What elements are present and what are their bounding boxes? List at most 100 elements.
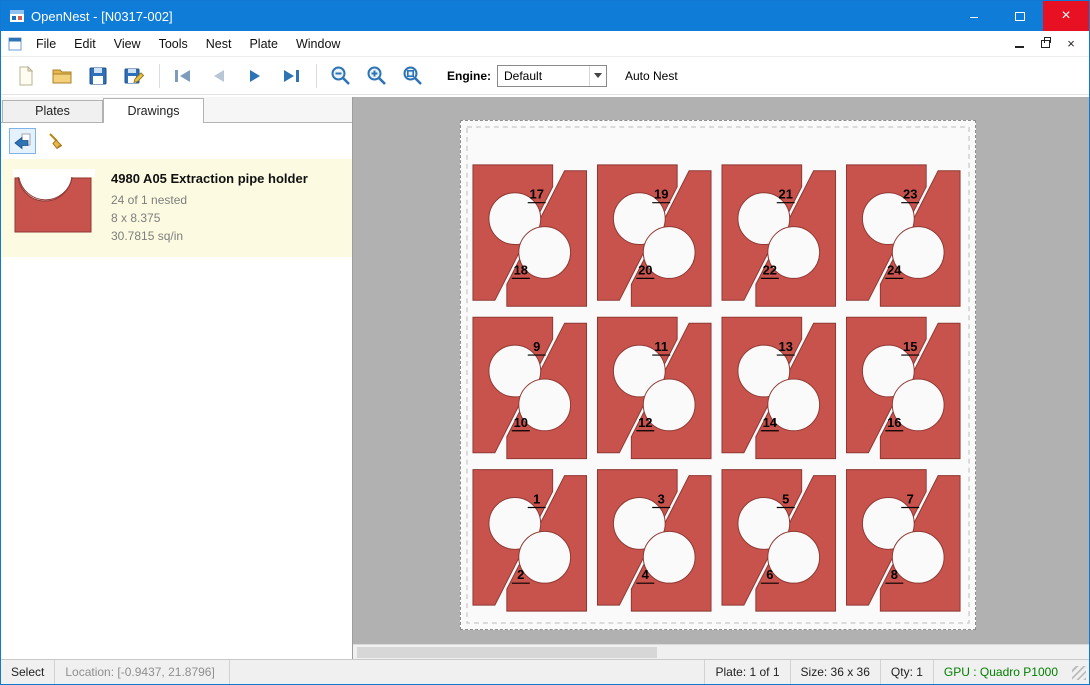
resize-grip[interactable] bbox=[1072, 666, 1086, 680]
part-number: 7 bbox=[907, 491, 914, 506]
pipe-notch bbox=[643, 531, 695, 583]
pipe-notch bbox=[519, 531, 571, 583]
nested-pair[interactable]: 2324 bbox=[846, 165, 960, 306]
zoom-out-icon bbox=[330, 65, 351, 86]
window-title: OpenNest - [N0317-002] bbox=[31, 9, 173, 24]
nested-pair[interactable]: 1516 bbox=[846, 317, 960, 458]
menu-tools[interactable]: Tools bbox=[150, 31, 197, 57]
restore-icon bbox=[1041, 40, 1050, 48]
blue-arrow-icon bbox=[14, 132, 32, 150]
cursor-location: Location: [-0.9437, 21.8796] bbox=[55, 660, 229, 684]
nested-pair[interactable]: 34 bbox=[597, 470, 711, 611]
pipe-notch bbox=[768, 531, 820, 583]
save-icon bbox=[87, 65, 109, 87]
menu-plate[interactable]: Plate bbox=[240, 31, 287, 57]
next-plate-button[interactable] bbox=[240, 61, 270, 91]
menu-nest[interactable]: Nest bbox=[197, 31, 241, 57]
titlebar[interactable]: OpenNest - [N0317-002] – × bbox=[1, 1, 1089, 31]
menu-view[interactable]: View bbox=[105, 31, 150, 57]
drawing-area: 30.7815 sq/in bbox=[111, 227, 308, 245]
part-number: 12 bbox=[638, 415, 652, 430]
nested-pair[interactable]: 13 14 bbox=[722, 317, 836, 458]
plate-svg: 171819202122232491011121314151612345678 bbox=[461, 121, 975, 629]
plate-size: Size: 36 x 36 bbox=[790, 660, 880, 684]
menu-file[interactable]: File bbox=[27, 31, 65, 57]
part-number: 4 bbox=[642, 567, 650, 582]
engine-label: Engine: bbox=[447, 69, 491, 83]
window-close-button[interactable]: × bbox=[1043, 1, 1089, 31]
nested-pair[interactable]: 12 bbox=[473, 470, 587, 611]
open-button[interactable] bbox=[47, 61, 77, 91]
part-number: 15 bbox=[903, 339, 917, 354]
plate[interactable]: 171819202122232491011121314151612345678 bbox=[460, 120, 976, 630]
tab-plates[interactable]: Plates bbox=[2, 100, 103, 122]
nested-pair[interactable]: 1112 bbox=[597, 317, 711, 458]
part-number: 17 bbox=[530, 187, 544, 202]
zoom-out-button[interactable] bbox=[325, 61, 355, 91]
minimize-icon bbox=[1015, 46, 1024, 48]
zoom-fit-button[interactable] bbox=[397, 61, 427, 91]
auto-nest-label[interactable]: Auto Nest bbox=[625, 69, 678, 83]
document-icon bbox=[7, 36, 23, 52]
part-number: 18 bbox=[514, 262, 528, 277]
app-icon bbox=[9, 8, 25, 24]
engine-dropdown-button[interactable] bbox=[589, 66, 606, 86]
plate-qty: Qty: 1 bbox=[880, 660, 933, 684]
drawing-list-item[interactable]: 4980 A05 Extraction pipe holder 24 of 1 … bbox=[1, 159, 352, 257]
nested-pair[interactable]: 2122 bbox=[722, 165, 836, 306]
send-to-nest-button[interactable] bbox=[9, 128, 36, 154]
zoom-in-button[interactable] bbox=[361, 61, 391, 91]
drawing-list-empty-area bbox=[1, 257, 352, 659]
drawing-nested-count: 24 of 1 nested bbox=[111, 191, 308, 209]
part-number: 14 bbox=[763, 415, 778, 430]
last-plate-button[interactable] bbox=[276, 61, 306, 91]
part-number: 20 bbox=[638, 262, 652, 277]
window-maximize-button[interactable] bbox=[997, 1, 1043, 31]
drawing-dimensions: 8 x 8.375 bbox=[111, 209, 308, 227]
gpu-status: GPU : Quadro P1000 bbox=[933, 660, 1068, 684]
part-number: 10 bbox=[514, 415, 528, 430]
scrollbar-thumb[interactable] bbox=[357, 647, 657, 658]
part-number: 9 bbox=[533, 339, 540, 354]
previous-plate-button[interactable] bbox=[204, 61, 234, 91]
toolbar: Engine: Default Auto Nest bbox=[1, 57, 1089, 95]
first-plate-button[interactable] bbox=[168, 61, 198, 91]
menu-edit[interactable]: Edit bbox=[65, 31, 105, 57]
save-button[interactable] bbox=[83, 61, 113, 91]
clear-button[interactable] bbox=[42, 128, 69, 154]
child-restore-button[interactable] bbox=[1033, 34, 1057, 54]
new-document-icon bbox=[15, 65, 37, 87]
part-number: 13 bbox=[779, 339, 793, 354]
toolbar-separator bbox=[159, 64, 160, 88]
nested-pair[interactable]: 1718 bbox=[473, 165, 587, 306]
chevron-down-icon bbox=[594, 73, 602, 78]
child-close-button[interactable]: × bbox=[1059, 34, 1083, 54]
toolbar-separator bbox=[316, 64, 317, 88]
engine-select[interactable]: Default bbox=[497, 65, 607, 87]
sidebar-tabstrip: Plates Drawings bbox=[1, 97, 352, 123]
nest-canvas[interactable]: 171819202122232491011121314151612345678 bbox=[353, 97, 1089, 659]
nested-pair[interactable]: 1920 bbox=[597, 165, 711, 306]
open-folder-icon bbox=[51, 65, 73, 87]
part-number: 5 bbox=[782, 491, 789, 506]
part-number: 3 bbox=[658, 491, 665, 506]
save-as-button[interactable] bbox=[119, 61, 149, 91]
nested-pair[interactable]: 78 bbox=[846, 470, 960, 611]
child-minimize-button[interactable] bbox=[1007, 34, 1031, 54]
menu-window[interactable]: Window bbox=[287, 31, 349, 57]
part-number: 2 bbox=[517, 567, 524, 582]
part-number: 19 bbox=[654, 187, 668, 202]
drawings-toolbar bbox=[1, 123, 352, 159]
part-thumbnail bbox=[13, 169, 95, 235]
part-number: 21 bbox=[779, 187, 793, 202]
new-button[interactable] bbox=[11, 61, 41, 91]
tab-drawings[interactable]: Drawings bbox=[103, 98, 204, 123]
nested-pair[interactable]: 56 bbox=[722, 470, 836, 611]
menubar: File Edit View Tools Nest Plate Window × bbox=[1, 31, 1089, 57]
zoom-fit-icon bbox=[402, 65, 423, 86]
sidebar: Plates Drawings 4980 A05 Extraction pipe… bbox=[1, 97, 353, 659]
maximize-icon bbox=[1015, 12, 1025, 21]
window-minimize-button[interactable]: – bbox=[951, 1, 997, 31]
horizontal-scrollbar[interactable] bbox=[353, 644, 1089, 659]
nested-pair[interactable]: 9 10 bbox=[473, 317, 587, 458]
